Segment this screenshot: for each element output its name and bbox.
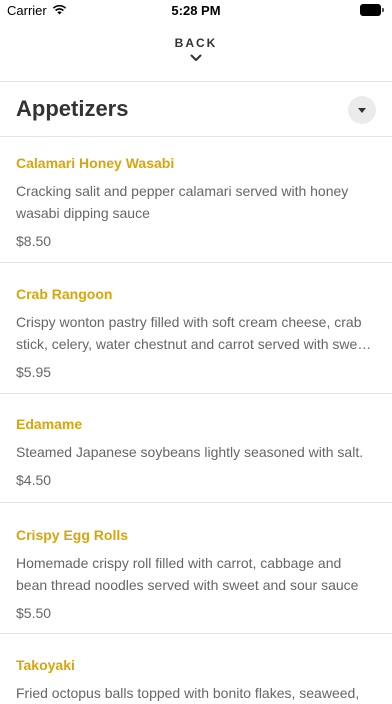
menu-item[interactable]: Crab Rangoon Crispy wonton pastry filled… bbox=[0, 285, 392, 381]
clock: 5:28 PM bbox=[171, 3, 221, 18]
caret-down-icon bbox=[358, 107, 366, 113]
item-description: Steamed Japanese soybeans lightly season… bbox=[16, 444, 364, 460]
status-bar: Carrier 5:28 PM bbox=[0, 0, 392, 22]
item-divider bbox=[0, 502, 392, 503]
item-divider bbox=[0, 633, 392, 634]
back-button[interactable]: BACK bbox=[0, 36, 392, 62]
item-price: $5.50 bbox=[16, 605, 52, 621]
section-title: Appetizers bbox=[16, 96, 129, 121]
battery-icon bbox=[360, 4, 384, 16]
item-name: Crispy Egg Rolls bbox=[16, 527, 129, 543]
item-divider bbox=[0, 393, 392, 394]
section-dropdown-button[interactable] bbox=[348, 96, 376, 124]
item-price: $4.50 bbox=[16, 472, 52, 488]
item-description: Crispy wonton pastry filled with soft cr… bbox=[16, 314, 369, 352]
item-price: $5.95 bbox=[16, 364, 52, 380]
item-name: Edamame bbox=[16, 416, 83, 432]
menu-item[interactable]: Takoyaki Fried octopus balls topped with… bbox=[0, 656, 392, 704]
item-description: Cracking salit and pepper calamari serve… bbox=[16, 183, 349, 221]
item-price: $8.50 bbox=[16, 233, 52, 249]
section-header: Appetizers bbox=[0, 82, 392, 136]
back-label: BACK bbox=[174, 36, 218, 50]
chevron-down-icon bbox=[190, 54, 202, 61]
item-description: Fried octopus balls topped with bonito f… bbox=[16, 685, 360, 701]
menu-item[interactable]: Crispy Egg Rolls Homemade crispy roll fi… bbox=[0, 526, 392, 622]
item-divider bbox=[0, 262, 392, 263]
item-name: Crab Rangoon bbox=[16, 286, 113, 302]
item-description: Homemade crispy roll filled with carrot,… bbox=[16, 555, 359, 593]
item-name: Takoyaki bbox=[16, 657, 75, 673]
section-divider bbox=[0, 136, 392, 137]
menu-item[interactable]: Calamari Honey Wasabi Cracking salit and… bbox=[0, 154, 392, 250]
item-name: Calamari Honey Wasabi bbox=[16, 155, 175, 171]
menu-item[interactable]: Edamame Steamed Japanese soybeans lightl… bbox=[0, 415, 392, 489]
